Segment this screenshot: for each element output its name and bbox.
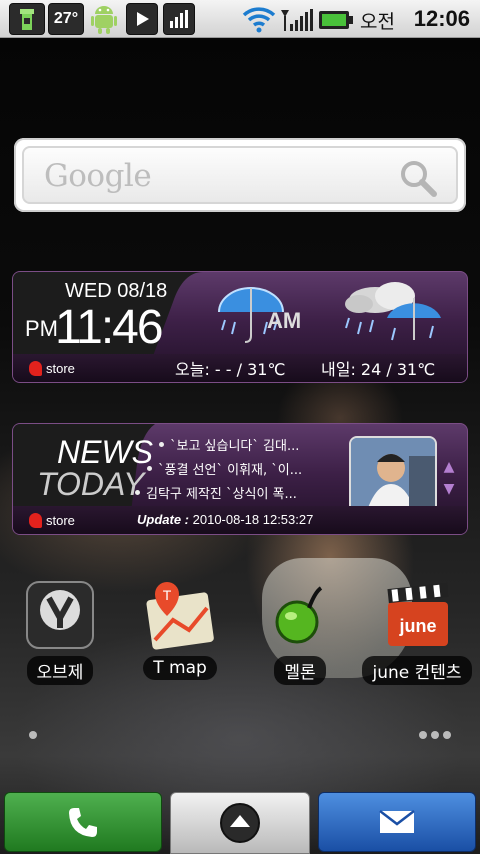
news-headline-text: `풍결 선언` 이휘재, `이... <box>158 462 303 478</box>
news-headline[interactable]: `보고 싶습니다` 김대... <box>145 432 345 456</box>
status-ampm: 오전 <box>360 11 395 33</box>
page-indicator-right-dot[interactable] <box>419 731 427 739</box>
dock <box>0 792 480 854</box>
tstore-t-icon <box>29 360 42 376</box>
phone-icon <box>69 808 97 837</box>
app-label: T map <box>125 656 235 680</box>
tstore-label: store <box>46 360 75 376</box>
google-search-widget[interactable]: Google <box>14 138 466 212</box>
play-icon <box>126 3 158 35</box>
app-label: 오브제 <box>5 656 115 685</box>
news-headline-text: `보고 싶습니다` 김대... <box>170 438 300 454</box>
news-down-arrow-icon[interactable]: ▼ <box>439 482 459 496</box>
app-objet[interactable]: 오브제 <box>5 580 115 690</box>
status-bar[interactable]: 27° 오전 12:06 <box>0 0 480 38</box>
june-clapperboard-icon: june <box>382 580 452 650</box>
app-label-text: T map <box>143 656 217 680</box>
phone-button[interactable] <box>4 792 162 852</box>
search-box[interactable]: Google <box>22 146 458 204</box>
app-label-text: 멜론 <box>274 656 326 685</box>
weather-clock-widget[interactable]: WED 08/18 PM 11:46 AM store 오늘: - - / 31… <box>12 271 468 383</box>
page-indicator-left-dot[interactable] <box>29 731 37 739</box>
app-melon[interactable]: 멜론 <box>245 580 355 690</box>
page-indicator-right-dot[interactable] <box>443 731 451 739</box>
weather-today: 오늘: - - / 31℃ <box>175 360 286 379</box>
app-label: 멜론 <box>245 656 355 685</box>
status-temperature: 27° <box>53 10 79 27</box>
weather-temp-indicator: 27° <box>48 3 84 35</box>
news-headline-text: 김탁구 제작진 `상식이 폭... <box>146 486 297 502</box>
news-title-today: TODAY <box>37 466 145 502</box>
app-label-text: 오브제 <box>26 656 94 685</box>
svg-text:T: T <box>163 587 172 603</box>
news-update-value: 2010-08-18 12:53:27 <box>192 512 314 527</box>
cell-signal-icon <box>280 8 314 32</box>
weather-period: PM <box>25 316 58 341</box>
app-label-text: june 컨텐츠 <box>362 656 472 685</box>
objet-icon <box>25 580 95 650</box>
weather-tomorrow: 내일: 24 / 31℃ <box>321 360 436 379</box>
tstore-logo[interactable]: store <box>29 510 75 530</box>
wifi-icon <box>242 5 276 33</box>
android-icon <box>86 2 122 36</box>
app-june[interactable]: june june 컨텐츠 <box>362 580 472 690</box>
magnifier-icon[interactable] <box>398 158 438 198</box>
news-today-widget[interactable]: NEWS TODAY `보고 싶습니다` 김대... `풍결 선언` 이휘재, … <box>12 423 468 535</box>
melon-icon <box>265 580 335 650</box>
news-bullet <box>147 465 152 471</box>
signal-bars-app-icon <box>163 3 195 35</box>
page-indicator-right-dot[interactable] <box>431 731 439 739</box>
news-headline[interactable]: `풍결 선언` 이휘재, `이... <box>145 456 345 480</box>
news-bullet <box>135 489 140 495</box>
weather-time: 11:46 <box>55 301 164 354</box>
message-button[interactable] <box>318 792 476 852</box>
svg-text:june: june <box>398 616 436 636</box>
tmap-icon: T <box>145 580 215 650</box>
google-logo: Google <box>44 158 152 194</box>
app-tmap[interactable]: T T map <box>125 580 235 690</box>
cloud-umbrella-rain-icon <box>335 278 445 348</box>
up-arrow-icon <box>220 803 260 843</box>
app-label: june 컨텐츠 <box>362 656 472 685</box>
news-update-label: Update : <box>137 512 189 527</box>
news-headline[interactable]: 김탁구 제작진 `상식이 폭... <box>135 480 345 504</box>
tstore-label: store <box>46 512 75 528</box>
news-headline-list: `보고 싶습니다` 김대... `풍결 선언` 이휘재, `이... 김탁구 제… <box>135 432 345 504</box>
battery-icon <box>318 9 354 31</box>
tstore-logo[interactable]: store <box>29 358 75 378</box>
news-bullet <box>159 441 164 447</box>
news-update-time: Update : 2010-08-18 12:53:27 <box>137 512 313 527</box>
tstore-t-icon <box>29 512 42 528</box>
envelope-icon <box>379 810 415 833</box>
status-clock: 12:06 <box>413 6 470 31</box>
news-up-arrow-icon[interactable]: ▲ <box>439 460 459 474</box>
weather-am-label: AM <box>267 308 302 333</box>
battery-tower-icon <box>9 3 45 35</box>
launcher-button[interactable] <box>170 792 310 854</box>
